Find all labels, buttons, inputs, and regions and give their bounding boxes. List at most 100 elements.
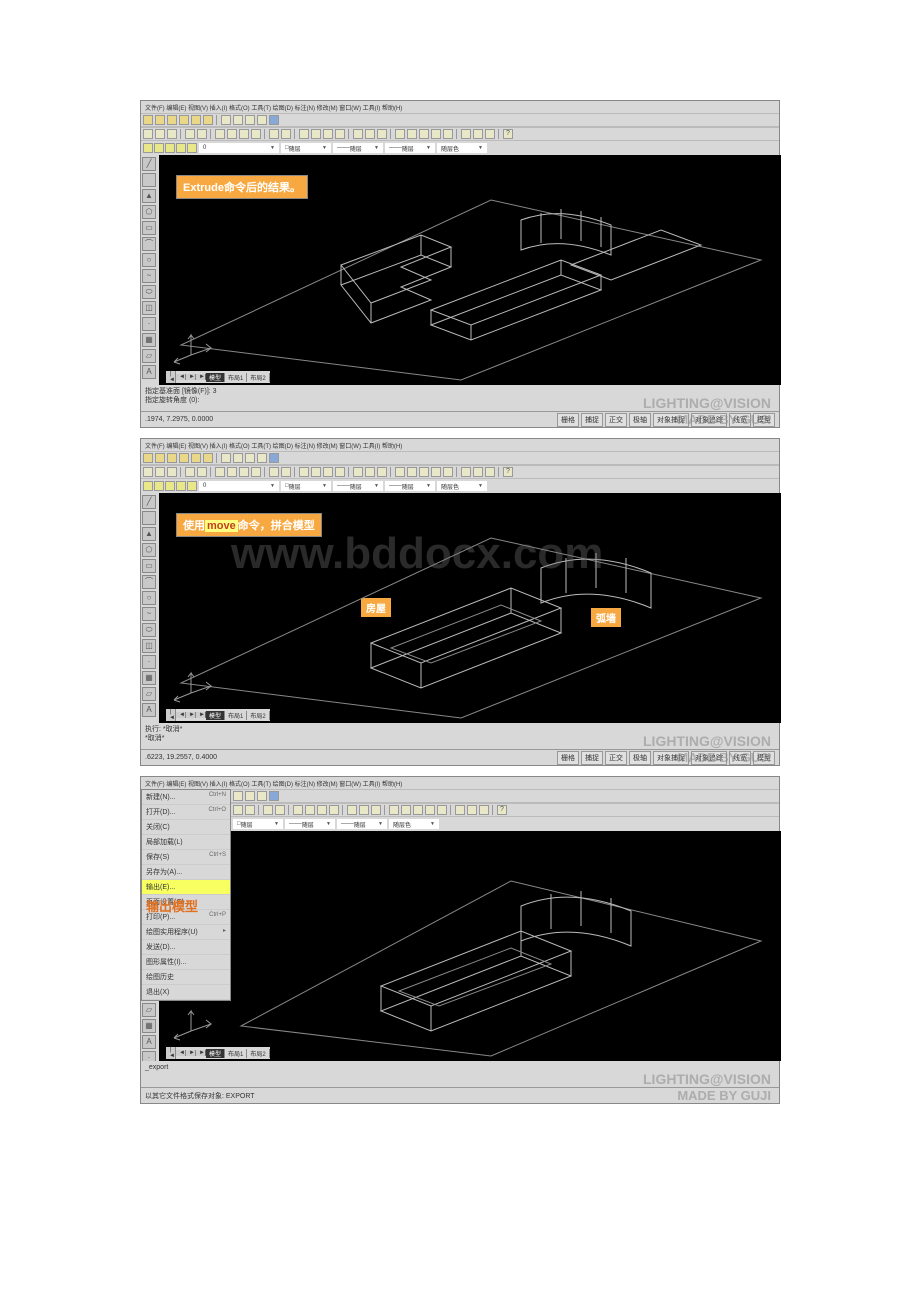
layer-icons[interactable] <box>143 481 197 491</box>
zoom-icon[interactable] <box>425 805 435 815</box>
status-btn[interactable]: 正交 <box>605 751 627 765</box>
help-icon[interactable]: ? <box>503 467 513 477</box>
match-icon[interactable] <box>251 467 261 477</box>
layer-dropdown[interactable]: 0 <box>199 143 279 153</box>
tb-icon[interactable] <box>467 805 477 815</box>
tb-icon[interactable] <box>245 453 255 463</box>
file-menu-item[interactable]: 保存(S)Ctrl+S <box>142 850 230 865</box>
tb-icon[interactable] <box>479 805 489 815</box>
tb-icon[interactable] <box>155 453 165 463</box>
paste-icon[interactable] <box>239 467 249 477</box>
tb-icon[interactable] <box>155 115 165 125</box>
zoom-icon[interactable] <box>431 467 441 477</box>
file-menu-item[interactable]: 图形属性(I)... <box>142 955 230 970</box>
tab-first[interactable]: |◄ <box>166 1047 176 1059</box>
plotcolor-dropdown[interactable]: 随层色 <box>437 481 487 491</box>
open-icon[interactable] <box>155 129 165 139</box>
tab-model[interactable]: 模型 <box>206 711 225 720</box>
file-menu-item[interactable]: 输出(E)... <box>142 880 230 895</box>
match-icon[interactable] <box>251 129 261 139</box>
undo-icon[interactable] <box>269 467 279 477</box>
color-dropdown[interactable]: □ 随层 <box>281 143 331 153</box>
zoom-icon[interactable] <box>437 805 447 815</box>
tb-icon[interactable] <box>269 115 279 125</box>
tb-icon[interactable] <box>365 467 375 477</box>
layer-icons[interactable] <box>143 143 197 153</box>
color-dropdown[interactable]: □ 随层 <box>281 481 331 491</box>
zoom-icon[interactable] <box>407 467 417 477</box>
menubar[interactable]: 文件(F) 编辑(E) 视图(V) 插入(I) 格式(O) 工具(T) 绘图(D… <box>141 101 779 113</box>
tb-icon[interactable] <box>203 453 213 463</box>
tb-icon[interactable] <box>323 129 333 139</box>
file-menu-item[interactable]: 关闭(C) <box>142 820 230 835</box>
copy-icon[interactable] <box>227 467 237 477</box>
paste-icon[interactable] <box>239 129 249 139</box>
tb-icon[interactable] <box>167 115 177 125</box>
tab-layout2[interactable]: 布局2 <box>247 373 269 382</box>
viewport-3[interactable]: ▱ ▦ A · <box>141 831 781 1061</box>
tb-icon[interactable] <box>335 129 345 139</box>
tb-icon[interactable] <box>485 467 495 477</box>
tab-prev[interactable]: ◄ <box>176 374 186 380</box>
model-tabs[interactable]: |◄ ◄ ► ►| 模型 布局1 布局2 <box>166 371 270 383</box>
tab-first[interactable]: |◄ <box>166 709 176 721</box>
tb-icon[interactable] <box>359 805 369 815</box>
tb-icon[interactable] <box>245 115 255 125</box>
tab-last[interactable]: ►| <box>196 1050 206 1056</box>
tb-icon[interactable] <box>461 129 471 139</box>
tb-icon[interactable] <box>323 467 333 477</box>
tb-icon[interactable] <box>203 115 213 125</box>
tb-icon[interactable] <box>293 805 303 815</box>
lineweight-dropdown[interactable]: ─── 随层 <box>337 819 387 829</box>
zoom-icon[interactable] <box>443 129 453 139</box>
file-menu-item[interactable]: 绘图实用程序(U)▸ <box>142 925 230 940</box>
tb-icon[interactable] <box>143 453 153 463</box>
paste-icon[interactable] <box>233 805 243 815</box>
zoom-icon[interactable] <box>407 129 417 139</box>
redo-icon[interactable] <box>275 805 285 815</box>
tb-icon[interactable] <box>311 129 321 139</box>
linetype-dropdown[interactable]: ─── 随层 <box>285 819 335 829</box>
tab-layout1[interactable]: 布局1 <box>225 1049 247 1058</box>
tb-icon[interactable] <box>473 129 483 139</box>
tab-prev[interactable]: ◄ <box>176 1050 186 1056</box>
help-icon[interactable]: ? <box>497 805 507 815</box>
tb-icon[interactable] <box>371 805 381 815</box>
tb-icon[interactable] <box>317 805 327 815</box>
redo-icon[interactable] <box>281 467 291 477</box>
copy-icon[interactable] <box>227 129 237 139</box>
tb-icon[interactable] <box>353 129 363 139</box>
save-icon[interactable] <box>167 129 177 139</box>
status-btn[interactable]: 正交 <box>605 413 627 427</box>
tb-icon[interactable] <box>461 467 471 477</box>
tb-icon[interactable] <box>143 115 153 125</box>
tb-icon[interactable] <box>335 467 345 477</box>
tab-last[interactable]: ►| <box>196 374 206 380</box>
file-menu-item[interactable]: 打开(D)...Ctrl+O <box>142 805 230 820</box>
tb-icon[interactable] <box>305 805 315 815</box>
tb-icon[interactable] <box>257 791 267 801</box>
tb-icon[interactable] <box>299 467 309 477</box>
tb-icon[interactable] <box>221 115 231 125</box>
file-menu-item[interactable]: 发送(D)... <box>142 940 230 955</box>
tab-layout1[interactable]: 布局1 <box>225 373 247 382</box>
save-icon[interactable] <box>167 467 177 477</box>
tab-prev[interactable]: ◄ <box>176 712 186 718</box>
tb-icon[interactable] <box>455 805 465 815</box>
tb-icon[interactable] <box>269 453 279 463</box>
preview-icon[interactable] <box>197 129 207 139</box>
status-btn[interactable]: 极轴 <box>629 413 651 427</box>
lineweight-dropdown[interactable]: ─── 随层 <box>385 481 435 491</box>
plotcolor-dropdown[interactable]: 随层色 <box>437 143 487 153</box>
tb-icon[interactable] <box>347 805 357 815</box>
file-menu-item[interactable]: 退出(X) <box>142 985 230 1000</box>
menubar[interactable]: 文件(F) 编辑(E) 视图(V) 插入(I) 格式(O) 工具(T) 绘图(D… <box>141 439 779 451</box>
print-icon[interactable] <box>185 467 195 477</box>
match-icon[interactable] <box>245 805 255 815</box>
undo-icon[interactable] <box>263 805 273 815</box>
pan-icon[interactable] <box>389 805 399 815</box>
tab-layout2[interactable]: 布局2 <box>247 711 269 720</box>
viewport-1[interactable]: ╱ ▲ ⬠ ▭ ⌒ ○ ~ ⬭ ◫ · ▦ ▱ A Extrude命令后的结果。 <box>141 155 781 385</box>
tb-icon[interactable] <box>233 453 243 463</box>
pan-icon[interactable] <box>395 129 405 139</box>
